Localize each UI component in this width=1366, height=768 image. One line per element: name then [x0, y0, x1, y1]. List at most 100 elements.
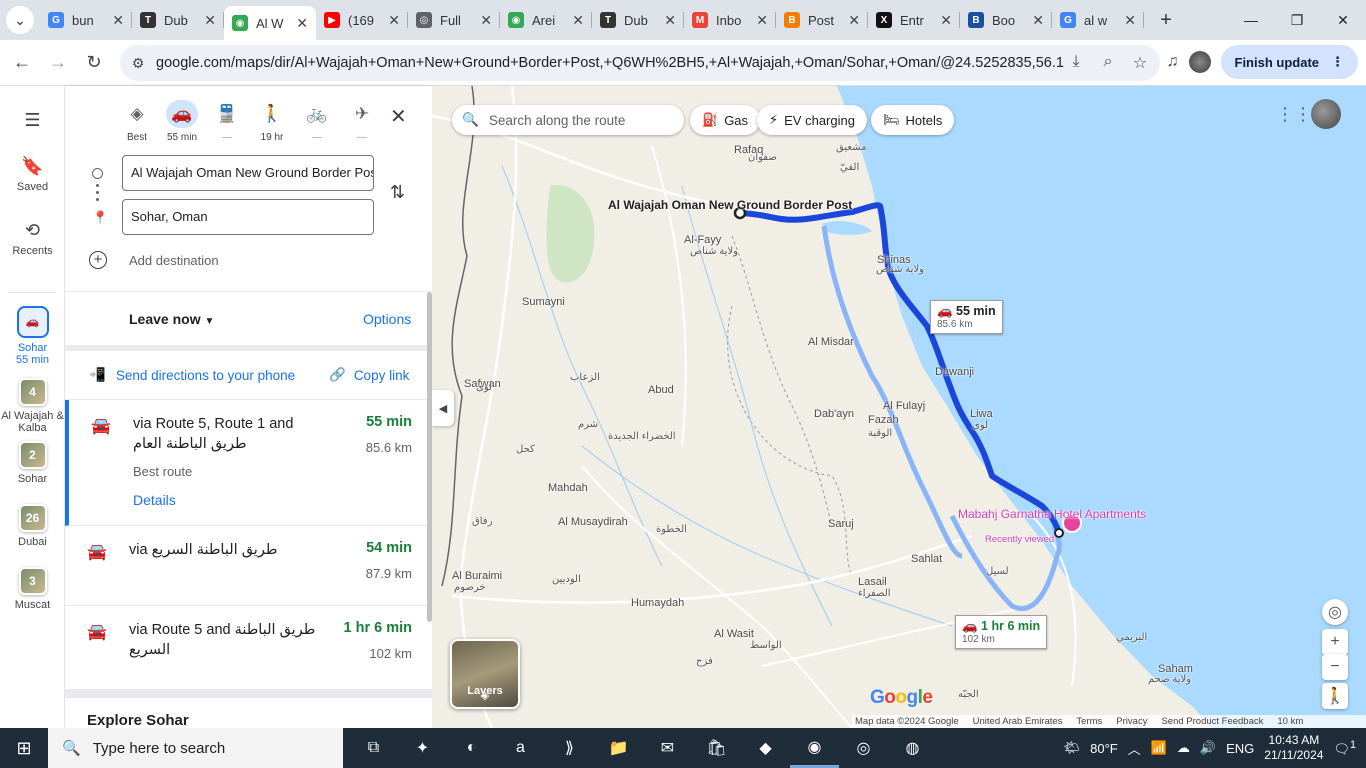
tray-chevron-icon[interactable]: ︿ [1128, 739, 1141, 758]
zoom-out-button[interactable]: − [1322, 654, 1348, 680]
scale-label[interactable]: 10 km [1277, 716, 1303, 727]
amazon-icon[interactable]: a [496, 728, 545, 768]
new-tab-button[interactable]: + [1152, 9, 1180, 32]
dropbox-icon[interactable]: ◆ [741, 728, 790, 768]
zoom-in-button[interactable]: + [1322, 629, 1348, 655]
hotel-map-label[interactable]: Mabahj Garnatha Hotel Apartments [958, 508, 1146, 521]
route-option-1[interactable]: 🚘 via Route 5, Route 1 and طريق الباطنة … [65, 400, 432, 526]
browser-tab[interactable]: Gal w ✕ [1052, 0, 1144, 40]
weather-icon[interactable]: 🌤 [1064, 740, 1081, 756]
close-tab-icon[interactable]: ✕ [664, 12, 676, 29]
browser-tab[interactable]: X Entr ✕ [868, 0, 960, 40]
browser-tab[interactable]: M Inbo ✕ [684, 0, 776, 40]
file-explorer-icon[interactable]: 📁 [594, 728, 643, 768]
power-automate-icon[interactable]: ⟫ [545, 728, 594, 768]
close-tab-icon[interactable]: ✕ [112, 12, 124, 29]
browser-tab[interactable]: B Post ✕ [776, 0, 868, 40]
close-tab-icon[interactable]: ✕ [296, 15, 308, 32]
media-control-icon[interactable]: ♫ [1167, 53, 1179, 71]
search-along-route-input[interactable]: 🔍 Search along the route [452, 105, 684, 135]
edge-icon[interactable]: ◐ [447, 728, 496, 768]
close-tab-icon[interactable]: ✕ [940, 12, 952, 29]
account-avatar[interactable] [1311, 99, 1341, 129]
close-tab-icon[interactable]: ✕ [388, 12, 400, 29]
volume-icon[interactable]: 🔊 [1200, 740, 1216, 756]
minimize-button[interactable]: — [1228, 0, 1274, 40]
close-window-button[interactable]: ✕ [1320, 0, 1366, 40]
travel-mode-0[interactable]: ◈ Best [117, 100, 157, 143]
close-tab-icon[interactable]: ✕ [756, 12, 768, 29]
chrome-alt-icon[interactable]: ◎ [839, 728, 888, 768]
privacy-link[interactable]: Privacy [1116, 716, 1147, 727]
url-text[interactable]: google.com/maps/dir/Al+Wajajah+Oman+New+… [156, 55, 1064, 71]
language-indicator[interactable]: ENG [1226, 741, 1254, 756]
close-tab-icon[interactable]: ✕ [204, 12, 216, 29]
travel-mode-3[interactable]: 🚶 19 hr [252, 100, 292, 143]
browser-tab[interactable]: ◎ Full ✕ [408, 0, 500, 40]
chrome-icon[interactable]: ◉ [790, 728, 839, 768]
close-tab-icon[interactable]: ✕ [848, 12, 860, 29]
bookmark-star-icon[interactable]: ☆ [1128, 53, 1152, 73]
browser-tab[interactable]: T Dub ✕ [592, 0, 684, 40]
browser-tab[interactable]: ◉ Arei ✕ [500, 0, 592, 40]
send-to-phone-button[interactable]: 📲 Send directions to your phone [89, 367, 295, 383]
task-view-icon[interactable]: ⧉ [349, 728, 398, 768]
current-trip-button[interactable]: 🚗 Sohar 55 min [0, 306, 65, 366]
travel-mode-5[interactable]: ✈ — [342, 100, 382, 143]
hotels-chip[interactable]: 🛏 Hotels [871, 105, 955, 135]
recent-place-item[interactable]: 3 Muscat [0, 567, 65, 611]
map-canvas[interactable]: Al Wajajah Oman New Ground Border Post R… [432, 86, 1366, 728]
alt-route-callout[interactable]: 🚗 1 hr 6 min 102 km [955, 615, 1048, 649]
gas-chip[interactable]: ⛽ Gas [690, 105, 761, 135]
main-route-callout[interactable]: 🚗 55 min 85.6 km [930, 300, 1003, 334]
cloud-icon[interactable]: ☁ [1177, 740, 1190, 756]
travel-mode-1[interactable]: 🚗 55 min [162, 100, 202, 143]
browser-tab[interactable]: T Dub ✕ [132, 0, 224, 40]
browser-tab[interactable]: B Boo ✕ [960, 0, 1052, 40]
close-tab-icon[interactable]: ✕ [480, 12, 492, 29]
destination-input[interactable]: Sohar, Oman [122, 199, 374, 235]
back-button[interactable]: ← [4, 45, 40, 81]
close-tab-icon[interactable]: ✕ [572, 12, 584, 29]
profile-avatar[interactable] [1188, 51, 1211, 73]
travel-mode-2[interactable]: 🚆 — [207, 100, 247, 143]
saved-button[interactable]: 🔖 Saved [0, 156, 65, 193]
notifications-icon[interactable]: 🗨1 [1333, 739, 1356, 757]
recent-place-item[interactable]: 26 Dubai [0, 504, 65, 548]
browser-tab[interactable]: ▶ (169 ✕ [316, 0, 408, 40]
store-icon[interactable]: 🛍 [692, 728, 741, 768]
forward-button[interactable]: → [40, 45, 76, 81]
app-icon[interactable]: ◍ [888, 728, 937, 768]
clock[interactable]: 10:43 AM 21/11/2024 [1264, 733, 1323, 763]
layers-button[interactable]: ◈ Layers [450, 639, 520, 709]
copy-link-button[interactable]: 🔗 Copy link [329, 367, 409, 383]
menu-button[interactable]: ☰ [0, 110, 65, 135]
close-tab-icon[interactable]: ✕ [1124, 12, 1136, 29]
browser-tab[interactable]: Gbun ✕ [40, 0, 132, 40]
leave-now-dropdown[interactable]: Leave now ▼ [129, 311, 214, 327]
options-button[interactable]: Options [363, 311, 411, 327]
collapse-panel-button[interactable]: ◀ [432, 390, 454, 426]
travel-mode-4[interactable]: 🚲 — [297, 100, 337, 143]
close-tab-icon[interactable]: ✕ [1032, 12, 1044, 29]
close-directions-button[interactable]: ✕ [390, 104, 407, 129]
windows-start-button[interactable]: ⊞ [0, 738, 48, 759]
taskbar-search-box[interactable]: 🔍 Type here to search [48, 728, 343, 768]
browser-tab[interactable]: ◉ Al W ✕ [224, 6, 316, 40]
origin-input[interactable]: Al Wajajah Oman New Ground Border Post [122, 155, 374, 191]
install-app-icon[interactable]: ⤓ [1064, 53, 1088, 73]
outlook-icon[interactable]: ✉ [643, 728, 692, 768]
weather-temp[interactable]: 80°F [1090, 741, 1118, 756]
route-option-2[interactable]: 🚘 via طريق الباطنة السريع 54 min 87.9 km [65, 526, 432, 606]
my-location-button[interactable]: ◎ [1322, 599, 1348, 625]
recent-place-item[interactable]: 4 Al Wajajah & Kalba [0, 378, 65, 434]
reload-button[interactable]: ↻ [76, 45, 112, 81]
recent-place-item[interactable]: 2 Sohar [0, 441, 65, 485]
route-option-3[interactable]: 🚘 via Route 5 and طريق الباطنة السريع 1 … [65, 606, 432, 690]
network-icon[interactable]: 📶 [1151, 740, 1167, 756]
ev-charging-chip[interactable]: ⚡ EV charging [757, 105, 867, 135]
address-bar[interactable]: ⚙ google.com/maps/dir/Al+Wajajah+Oman+Ne… [120, 45, 1160, 81]
copilot-icon[interactable]: ✦ [398, 728, 447, 768]
feedback-link[interactable]: Send Product Feedback [1161, 716, 1263, 727]
region-link[interactable]: United Arab Emirates [973, 716, 1063, 727]
